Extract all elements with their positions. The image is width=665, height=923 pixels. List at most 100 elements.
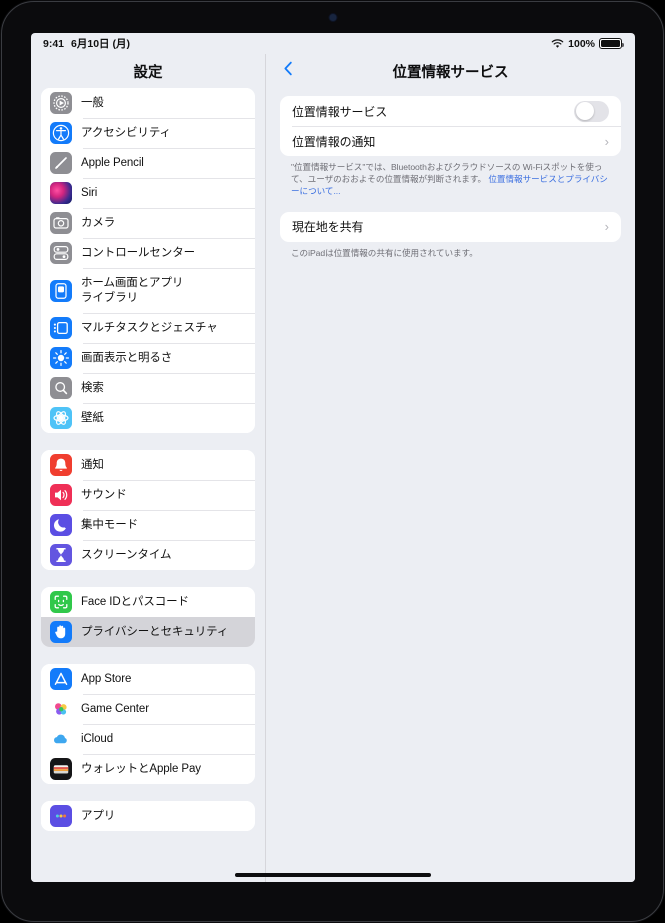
chevron-left-icon — [283, 60, 294, 82]
sidebar-item-label: ホーム画面とアプリ ライブラリ — [81, 276, 184, 304]
moon-icon — [50, 514, 72, 536]
sidebar-item-label: 一般 — [81, 96, 104, 109]
location-alerts-row[interactable]: 位置情報の通知 › — [280, 126, 621, 156]
sidebar-item-label: Apple Pencil — [81, 156, 144, 169]
sidebar-item-screen-time[interactable]: スクリーンタイム — [41, 540, 255, 570]
sidebar-group-apps: アプリ — [41, 801, 255, 831]
front-camera-icon — [329, 14, 336, 21]
speaker-icon — [50, 484, 72, 506]
sidebar-item-label: アプリ — [81, 809, 116, 822]
sidebar-item-label: 検索 — [81, 381, 104, 394]
sidebar-item-apple-pencil[interactable]: Apple Pencil — [41, 148, 255, 178]
sidebar-group-notifications: 通知 サウンド 集中モード スクリーンタイム — [41, 450, 255, 570]
sidebar-item-accessibility[interactable]: アクセシビリティ — [41, 118, 255, 148]
sidebar-item-app-store[interactable]: App Store — [41, 664, 255, 694]
sidebar-item-notifications[interactable]: 通知 — [41, 450, 255, 480]
sidebar-item-wallpaper[interactable]: 壁紙 — [41, 403, 255, 433]
sidebar-item-label: プライバシーとセキュリティ — [81, 625, 229, 638]
sidebar-item-label: Face IDとパスコード — [81, 595, 189, 608]
share-location-footnote: このiPadは位置情報の共有に使用されています。 — [291, 247, 478, 258]
sidebar-item-game-center[interactable]: Game Center — [41, 694, 255, 724]
sidebar-item-control-center[interactable]: コントロールセンター — [41, 238, 255, 268]
sidebar-item-face-id[interactable]: Face IDとパスコード — [41, 587, 255, 617]
sidebar-item-apps[interactable]: アプリ — [41, 801, 255, 831]
app-store-icon — [50, 668, 72, 690]
battery-full-icon — [599, 38, 624, 49]
bell-icon — [50, 454, 72, 476]
search-icon — [50, 377, 72, 399]
sidebar-item-label: iCloud — [81, 732, 114, 745]
chevron-right-icon: › — [604, 219, 609, 235]
home-screen-icon — [50, 279, 72, 302]
sidebar-item-general[interactable]: 一般 — [41, 88, 255, 118]
location-services-toggle-row[interactable]: 位置情報サービス — [280, 96, 621, 126]
sidebar-item-label: アクセシビリティ — [81, 126, 171, 139]
sidebar-item-sounds[interactable]: サウンド — [41, 480, 255, 510]
sidebar-item-wallet-apple-pay[interactable]: ウォレットとApple Pay — [41, 754, 255, 784]
sidebar-item-display-brightness[interactable]: 画面表示と明るさ — [41, 343, 255, 373]
icloud-icon — [50, 728, 72, 750]
face-id-icon — [50, 591, 72, 613]
location-services-footnote: "位置情報サービス"では、Bluetoothおよびクラウドソースの Wi-Fiス… — [280, 156, 621, 198]
page-title: 位置情報サービス — [392, 64, 509, 81]
sidebar-item-label: Game Center — [81, 702, 149, 715]
sidebar-item-focus[interactable]: 集中モード — [41, 510, 255, 540]
location-services-label: 位置情報サービス — [292, 104, 388, 119]
gear-icon — [50, 92, 72, 114]
sidebar-item-label: 壁紙 — [81, 411, 104, 424]
sidebar-item-siri[interactable]: Siri — [41, 178, 255, 208]
share-my-location-row[interactable]: 現在地を共有 › — [280, 212, 621, 242]
wifi-icon — [551, 38, 564, 49]
siri-icon — [50, 182, 72, 204]
pencil-icon — [50, 152, 72, 174]
sidebar-item-label: 画面表示と明るさ — [81, 351, 173, 364]
brightness-icon — [50, 347, 72, 369]
sidebar-item-multitasking[interactable]: マルチタスクとジェスチャ — [41, 313, 255, 343]
wallpaper-icon — [50, 407, 72, 429]
detail-pane: 位置情報サービス 位置情報サービス 位置情報の通知 › "位置情報サービス"では… — [266, 54, 635, 882]
status-bar: 9:41 6月10日 (月) 100% — [31, 33, 635, 54]
location-services-toggle[interactable] — [574, 100, 609, 122]
accessibility-icon — [50, 122, 72, 144]
sidebar-item-icloud[interactable]: iCloud — [41, 724, 255, 754]
hourglass-icon — [50, 544, 72, 566]
detail-header: 位置情報サービス — [266, 54, 635, 88]
sidebar-item-label: ウォレットとApple Pay — [81, 762, 201, 775]
sidebar-item-label: 集中モード — [81, 518, 138, 531]
ipad-device-frame: 9:41 6月10日 (月) 100% 設定 一般 アクセシビリティ Apple… — [0, 0, 665, 923]
ipad-screen: 9:41 6月10日 (月) 100% 設定 一般 アクセシビリティ Apple… — [31, 33, 635, 882]
share-location-card: 現在地を共有 › — [280, 211, 621, 242]
split-view: 設定 一般 アクセシビリティ Apple Pencil Siri カメラ コント… — [31, 54, 635, 882]
status-date: 6月10日 (月) — [71, 38, 130, 50]
sidebar-item-label: Siri — [81, 186, 98, 199]
battery-percent-label: 100% — [568, 37, 595, 50]
sidebar-item-label: マルチタスクとジェスチャ — [81, 321, 218, 334]
sidebar-item-label: サウンド — [81, 488, 127, 501]
sidebar-title: 設定 — [133, 64, 163, 81]
control-center-icon — [50, 242, 72, 264]
wallet-icon — [50, 758, 72, 780]
detail-content: 位置情報サービス 位置情報の通知 › "位置情報サービス"では、Bluetoot… — [266, 88, 635, 882]
sidebar-item-camera[interactable]: カメラ — [41, 208, 255, 238]
sidebar-group-general: 一般 アクセシビリティ Apple Pencil Siri カメラ コントロール… — [41, 88, 255, 433]
settings-sidebar: 設定 一般 アクセシビリティ Apple Pencil Siri カメラ コント… — [31, 54, 265, 882]
sidebar-item-label: カメラ — [81, 216, 116, 229]
sidebar-item-label: スクリーンタイム — [81, 548, 172, 561]
sidebar-item-label: コントロールセンター — [81, 246, 195, 259]
sidebar-item-privacy-security[interactable]: プライバシーとセキュリティ — [41, 617, 255, 647]
location-alerts-label: 位置情報の通知 — [292, 134, 376, 149]
home-indicator[interactable] — [235, 873, 431, 877]
location-services-card: 位置情報サービス 位置情報の通知 › — [280, 96, 621, 156]
sidebar-scroll-area[interactable]: 一般 アクセシビリティ Apple Pencil Siri カメラ コントロール… — [31, 88, 265, 882]
sidebar-item-search[interactable]: 検索 — [41, 373, 255, 403]
sidebar-item-home-screen[interactable]: ホーム画面とアプリ ライブラリ — [41, 268, 255, 313]
back-button[interactable] — [278, 61, 298, 81]
sidebar-item-label: App Store — [81, 672, 132, 685]
status-bar-left: 9:41 6月10日 (月) — [43, 36, 130, 51]
chevron-right-icon: › — [604, 133, 609, 149]
sidebar-item-label: 通知 — [81, 458, 104, 471]
multitasking-icon — [50, 317, 72, 339]
status-bar-right: 100% — [551, 37, 624, 50]
sidebar-group-services: App Store Game Center iCloud ウォレットとApple… — [41, 664, 255, 784]
